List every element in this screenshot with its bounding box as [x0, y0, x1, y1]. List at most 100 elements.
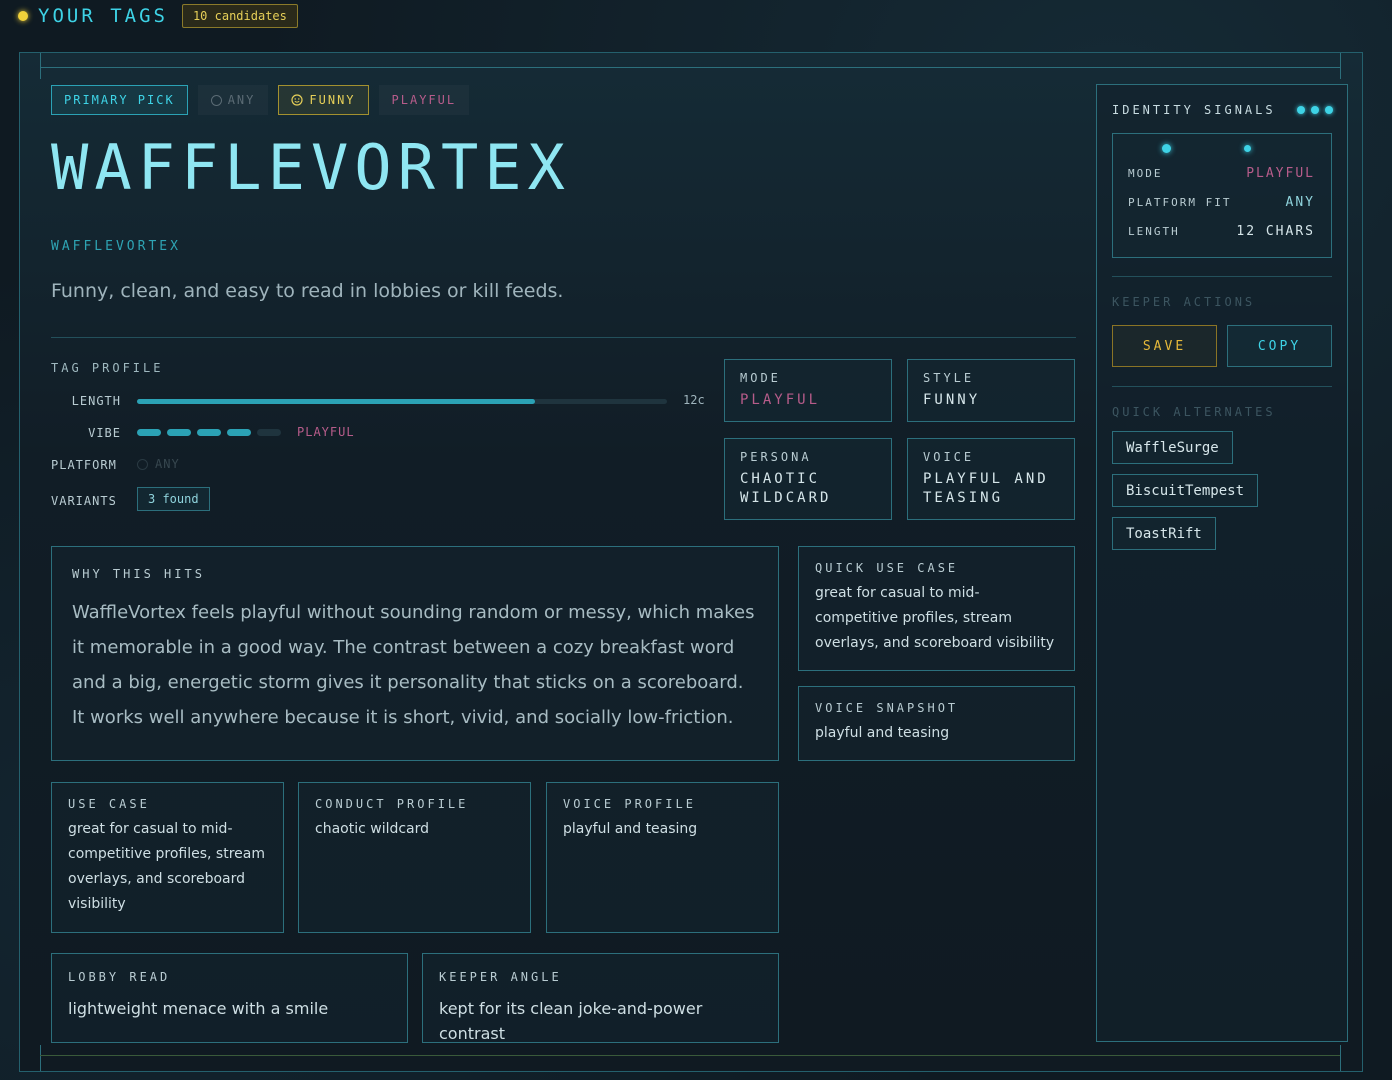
length-bar-fill	[137, 399, 535, 404]
chip-primary-pick[interactable]: PRIMARY PICK	[51, 85, 188, 115]
page-title: YOUR TAGS	[38, 5, 168, 27]
panel-header: IDENTITY SIGNALS	[1112, 103, 1333, 117]
variants-badge[interactable]: 3 found	[137, 487, 210, 511]
signal-value: PLAYFUL	[1246, 166, 1315, 181]
vibe-row: VIBE PLAYFUL	[51, 425, 711, 441]
tile-label: PERSONA	[740, 450, 812, 464]
alternate-tag[interactable]: ToastRift	[1112, 517, 1216, 550]
voice-snapshot-card: VOICE SNAPSHOT playful and teasing	[798, 686, 1075, 761]
card-body: chaotic wildcard	[315, 821, 430, 837]
tile-value: PLAYFUL	[740, 392, 821, 408]
divider	[1112, 386, 1332, 387]
vibe-meter	[137, 429, 281, 436]
card-body: playful and teasing	[815, 725, 950, 741]
tile-label: MODE	[740, 371, 781, 385]
card-body: playful and teasing	[563, 821, 698, 837]
card-label: VOICE PROFILE	[563, 797, 696, 811]
frame-bottom-line	[40, 1055, 1340, 1056]
tag-chips: PRIMARY PICK ANY FUNNY PLAYFUL	[51, 85, 469, 115]
chip-funny[interactable]: FUNNY	[278, 85, 369, 115]
card-label: LOBBY READ	[68, 970, 171, 984]
chip-label: FUNNY	[309, 93, 356, 107]
panel-title: IDENTITY SIGNALS	[1112, 103, 1276, 117]
card-body: great for casual to mid-competitive prof…	[68, 821, 265, 912]
tag-profile-label: TAG PROFILE	[51, 361, 164, 375]
card-body: great for casual to mid-competitive prof…	[815, 585, 1055, 651]
smiley-icon	[291, 94, 303, 106]
tag-subtitle: WAFFLEVORTEX	[51, 239, 181, 254]
platform-label: PLATFORM	[51, 458, 117, 472]
conduct-profile-card: CONDUCT PROFILE chaotic wildcard	[298, 782, 531, 933]
card-label: VOICE SNAPSHOT	[815, 701, 959, 715]
card-body: lightweight menace with a smile	[68, 999, 329, 1018]
chip-any[interactable]: ANY	[198, 85, 269, 115]
circle-icon	[137, 459, 148, 470]
vibe-value: PLAYFUL	[297, 425, 355, 439]
frame-corner-tl	[40, 53, 41, 79]
card-label: USE CASE	[68, 797, 150, 811]
copy-button[interactable]: COPY	[1227, 325, 1332, 367]
signal-row: LENGTH 12 CHARS	[1128, 224, 1315, 239]
signal-key: MODE	[1128, 167, 1163, 180]
signal-key: PLATFORM FIT	[1128, 196, 1232, 209]
identity-signals-panel: IDENTITY SIGNALS MODE PLAYFUL PLATFORM F…	[1096, 84, 1348, 1042]
card-label: KEEPER ANGLE	[439, 970, 562, 984]
tag-description: Funny, clean, and easy to read in lobbie…	[51, 280, 564, 302]
why-this-hits-card: WHY THIS HITS WaffleVortex feels playful…	[51, 546, 779, 761]
signal-value: 12 CHARS	[1236, 224, 1315, 239]
alternate-tag[interactable]: WaffleSurge	[1112, 431, 1233, 464]
vibe-segment	[197, 429, 221, 436]
vibe-segment	[167, 429, 191, 436]
length-bar	[137, 399, 667, 404]
top-bar: YOUR TAGS 10 candidates	[0, 0, 1392, 32]
vibe-label: VIBE	[88, 426, 121, 440]
card-label: CONDUCT PROFILE	[315, 797, 469, 811]
tile-label: VOICE	[923, 450, 975, 464]
voice-profile-card: VOICE PROFILE playful and teasing	[546, 782, 779, 933]
signal-row: MODE PLAYFUL	[1128, 166, 1315, 181]
frame-corner-tr	[1340, 53, 1341, 79]
vibe-segment	[227, 429, 251, 436]
persona-tile: PERSONA CHAOTIC WILDCARD	[724, 438, 892, 520]
glow-dot-icon	[1162, 144, 1171, 153]
vibe-segment	[137, 429, 161, 436]
status-dots-icon	[1297, 106, 1333, 114]
keeper-actions-label: KEEPER ACTIONS	[1112, 295, 1256, 309]
tag-title: WAFFLEVORTEX	[51, 131, 571, 204]
length-label: LENGTH	[71, 394, 121, 408]
save-button[interactable]: SAVE	[1112, 325, 1217, 367]
platform-value: ANY	[155, 457, 180, 471]
variants-row: VARIANTS 3 found	[51, 487, 711, 511]
mode-tile: MODE PLAYFUL	[724, 359, 892, 422]
signal-row: PLATFORM FIT ANY	[1128, 195, 1315, 210]
tile-value: PLAYFUL AND TEASING	[923, 471, 1049, 506]
circle-icon	[210, 94, 222, 106]
divider	[1112, 276, 1332, 277]
voice-tile: VOICE PLAYFUL AND TEASING	[907, 438, 1075, 520]
chip-playful[interactable]: PLAYFUL	[379, 85, 470, 115]
card-label: QUICK USE CASE	[815, 561, 959, 575]
card-body: kept for its clean joke-and-power contra…	[439, 999, 703, 1043]
main-frame: PRIMARY PICK ANY FUNNY PLAYFUL WAFFLEVOR…	[19, 52, 1363, 1072]
use-case-card: USE CASE great for casual to mid-competi…	[51, 782, 284, 933]
candidates-badge: 10 candidates	[181, 4, 298, 28]
platform-row: PLATFORM ANY	[51, 457, 711, 473]
variants-label: VARIANTS	[51, 494, 117, 508]
card-body: WaffleVortex feels playful without sound…	[72, 602, 755, 728]
quick-alternates-label: QUICK ALTERNATES	[1112, 405, 1276, 419]
card-label: WHY THIS HITS	[72, 567, 205, 581]
main-content: PRIMARY PICK ANY FUNNY PLAYFUL WAFFLEVOR…	[51, 85, 1076, 1055]
quick-use-case-card: QUICK USE CASE great for casual to mid-c…	[798, 546, 1075, 671]
vibe-segment	[257, 429, 281, 436]
alternate-tag[interactable]: BiscuitTempest	[1112, 474, 1259, 507]
length-value: 12c	[683, 393, 705, 407]
tile-value: CHAOTIC WILDCARD	[740, 471, 832, 506]
chip-label: ANY	[227, 93, 256, 107]
frame-top-line	[40, 67, 1340, 68]
divider	[51, 337, 1076, 338]
frame-corner-bl	[40, 1045, 41, 1071]
tile-value: FUNNY	[923, 392, 981, 408]
lobby-read-card: LOBBY READ lightweight menace with a smi…	[51, 953, 408, 1043]
tile-label: STYLE	[923, 371, 975, 385]
tag-profile: TAG PROFILE LENGTH 12c VIBE PLAYFUL PLAT…	[51, 361, 711, 521]
